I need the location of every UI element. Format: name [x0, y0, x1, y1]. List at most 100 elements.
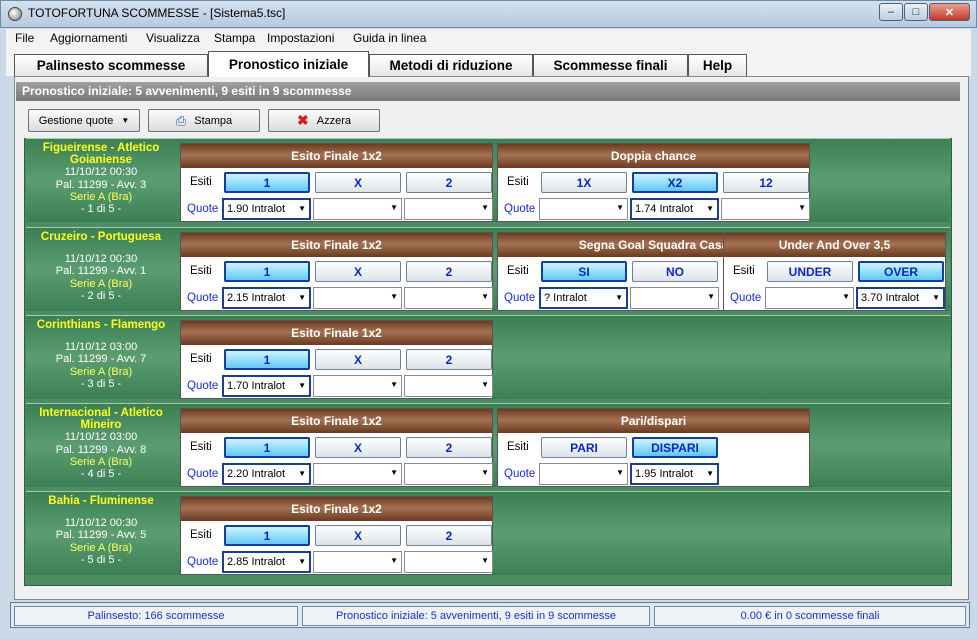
outcome-button[interactable]: 2 — [406, 261, 492, 282]
tab-palinsesto[interactable]: Palinsesto scommesse — [14, 54, 208, 76]
outcome-button[interactable]: 12 — [723, 172, 809, 193]
azzera-label: Azzera — [316, 114, 351, 127]
outcome-button[interactable]: 1 — [224, 261, 310, 282]
quote-select[interactable] — [313, 551, 402, 573]
stampa-button[interactable]: ⎙ Stampa — [148, 109, 260, 132]
match-name: Cruzeiro - Portuguesa — [40, 231, 162, 243]
quote-select[interactable] — [313, 287, 402, 309]
tab-pronostico[interactable]: Pronostico iniziale — [208, 51, 369, 77]
menu-stampa[interactable]: Stampa — [214, 31, 255, 45]
quote-select[interactable]: 2.20 Intralot — [222, 463, 311, 485]
match-index: - 5 di 5 - — [80, 553, 122, 566]
outcome-button[interactable]: NO — [632, 261, 718, 282]
quote-select[interactable] — [313, 463, 402, 485]
quote-select[interactable] — [630, 287, 719, 309]
market-title: Esito Finale 1x2 — [181, 233, 492, 257]
match-datetime: 11/10/12 03:00 — [64, 431, 138, 444]
market-title: Pari/dispari — [498, 409, 809, 433]
tab-scommesse-finali[interactable]: Scommesse finali — [533, 54, 688, 76]
outcome-button[interactable]: X — [315, 525, 401, 546]
quote-label: Quote — [504, 203, 536, 215]
quote-select[interactable]: ? Intralot — [539, 287, 628, 309]
tab-help[interactable]: Help — [688, 54, 747, 76]
quote-select[interactable] — [404, 551, 493, 573]
match-info: Corinthians - Flamengo 11/10/12 03:00 Pal.… — [26, 319, 176, 390]
quote-label: Quote — [504, 292, 536, 304]
minimize-button[interactable]: – — [879, 3, 903, 21]
outcome-button[interactable]: X2 — [632, 172, 718, 193]
outcome-button[interactable]: X — [315, 349, 401, 370]
quote-select[interactable]: 1.74 Intralot — [630, 198, 719, 220]
outcome-button[interactable]: 1 — [224, 437, 310, 458]
menu-visualizza[interactable]: Visualizza — [146, 31, 200, 45]
match-index: - 1 di 5 - — [80, 203, 122, 216]
esiti-label: Esiti — [507, 176, 529, 188]
outcome-button[interactable]: 2 — [406, 349, 492, 370]
menu-guida[interactable]: Guida in linea — [353, 31, 426, 45]
match-datetime: 11/10/12 00:30 — [64, 517, 138, 530]
status-palinsesto: Palinsesto: 166 scommesse — [14, 606, 298, 626]
quote-select[interactable]: 2.15 Intralot — [222, 287, 311, 309]
quote-select[interactable]: 1.70 Intralot — [222, 375, 311, 397]
market-box: Esito Finale 1x2 Esiti Quote 1 1.70 Intralot… — [180, 320, 493, 399]
quote-select[interactable] — [404, 287, 493, 309]
market-box: Doppia chance Esiti Quote 1XX2 1.74 Intralot… — [497, 143, 810, 222]
quote-select[interactable]: 2.85 Intralot — [222, 551, 311, 573]
menu-impostazioni[interactable]: Impostazioni — [267, 31, 334, 45]
match-name: Corinthians - Flamengo — [36, 319, 166, 331]
quote-select[interactable] — [721, 198, 810, 220]
match-palinsesto: Pal. 11299 - Avv. 1 — [55, 265, 147, 278]
quote-select[interactable] — [539, 198, 628, 220]
market-box: Esito Finale 1x2 Esiti Quote 1 1.90 Intralot… — [180, 143, 493, 222]
market-title: Under And Over 3,5 — [724, 233, 945, 257]
maximize-button[interactable]: □ — [904, 3, 928, 21]
minimize-icon: – — [887, 6, 895, 18]
quote-label: Quote — [187, 468, 219, 480]
outcome-button[interactable]: UNDER — [767, 261, 853, 282]
quote-select[interactable]: 3.70 Intralot — [856, 287, 945, 309]
outcome-button[interactable]: OVER — [858, 261, 944, 282]
outcome-button[interactable]: X — [315, 261, 401, 282]
quote-select[interactable] — [404, 375, 493, 397]
outcome-button[interactable]: 2 — [406, 172, 492, 193]
quote-select[interactable] — [313, 198, 402, 220]
quote-label: Quote — [187, 203, 219, 215]
outcome-button[interactable]: 1 — [224, 525, 310, 546]
outcome-button[interactable]: 1 — [224, 172, 310, 193]
outcome-button[interactable]: 2 — [406, 525, 492, 546]
gestione-label: Gestione quote — [38, 114, 114, 127]
stampa-label: Stampa — [194, 114, 233, 127]
close-button[interactable]: ✕ — [929, 3, 970, 21]
gestione-quote-dropdown[interactable]: Gestione quote ▼ — [28, 109, 140, 132]
outcome-button[interactable]: SI — [541, 261, 627, 282]
quote-select[interactable] — [313, 375, 402, 397]
quote-select[interactable]: 1.90 Intralot — [222, 198, 311, 220]
menu-aggiornamenti[interactable]: Aggiornamenti — [50, 31, 127, 45]
azzera-button[interactable]: ✖ Azzera — [268, 109, 380, 132]
match-league: Serie A (Bra) — [69, 455, 133, 468]
outcome-button[interactable]: X — [315, 437, 401, 458]
app-icon — [8, 7, 22, 21]
market-box: Esito Finale 1x2 Esiti Quote 1 2.85 Intralot… — [180, 496, 493, 575]
match-palinsesto: Pal. 11299 - Avv. 3 — [55, 178, 147, 191]
outcome-button[interactable]: X — [315, 172, 401, 193]
quote-select[interactable] — [539, 463, 628, 485]
outcome-button[interactable]: DISPARI — [632, 437, 718, 458]
outcome-button[interactable]: 1 — [224, 349, 310, 370]
esiti-label: Esiti — [190, 529, 212, 541]
quote-select[interactable]: 1.95 Intralot — [630, 463, 719, 485]
outcome-button[interactable]: 2 — [406, 437, 492, 458]
match-name: Figueirense - Atletico Goianiense — [42, 142, 160, 167]
status-scommesse: 0.00 € in 0 scommesse finali — [654, 606, 966, 626]
outcome-button[interactable]: 1X — [541, 172, 627, 193]
menu-file[interactable]: File — [15, 31, 34, 45]
quote-select[interactable] — [404, 198, 493, 220]
market-title: Esito Finale 1x2 — [181, 321, 492, 345]
tab-metodi[interactable]: Metodi di riduzione — [369, 54, 533, 76]
outcome-button[interactable]: PARI — [541, 437, 627, 458]
esiti-label: Esiti — [190, 353, 212, 365]
quote-select[interactable] — [404, 463, 493, 485]
quote-select[interactable] — [765, 287, 854, 309]
quote-label: Quote — [504, 468, 536, 480]
match-datetime: 11/10/12 00:30 — [64, 253, 138, 266]
